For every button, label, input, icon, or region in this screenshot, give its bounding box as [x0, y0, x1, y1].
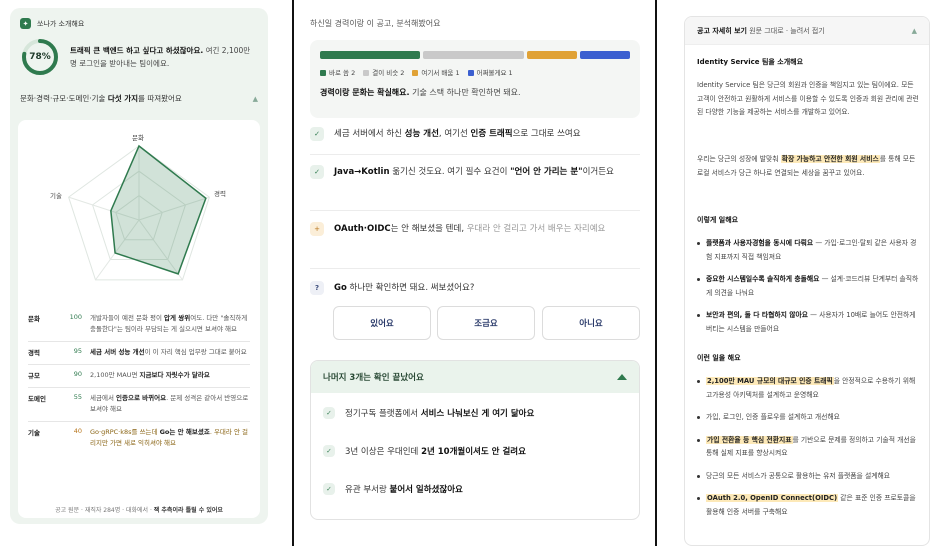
criteria-name: 문화 — [28, 315, 40, 323]
radar-chart — [68, 144, 210, 281]
criteria-row: 문화 100 개발자들이 예전 문화 평이 압게 쌍위여도. 다만 "솔직하게 … — [28, 308, 250, 342]
divider — [310, 210, 640, 211]
criteria-row: 기술 40 Go·gRPC·k8s를 쓰는데 Go는 안 해보셨죠. 우대라 안… — [28, 422, 250, 455]
radar-label-career: 경력 — [214, 190, 226, 198]
team-heading: Identity Service 팀을 소개해요 — [697, 58, 804, 66]
chevron-up-icon: ▲ — [252, 94, 258, 103]
confirmed-item: ✓ 3년 이상은 우대인데 2년 10개월이셔도 안 걸려요 — [323, 445, 526, 457]
skill-legend: 바로 씀 2 결이 비슷 2 여기서 배움 1 어쩌볼게요 1 — [320, 67, 513, 77]
fit-summary-panel: ✦ 쏘나가 소개해요 78% 트래픽 큰 백엔드 하고 싶다고 하셨잖아요. 여… — [10, 8, 268, 524]
criteria-row: 도메인 55 세금에서 인증으로 바뀌어요. 문제 성격은 같아서 반영으로 보… — [28, 388, 250, 422]
list-item: 2,100만 MAU 규모의 대규모 인증 트래픽을 안정적으로 수용하기 위해… — [697, 375, 919, 402]
intro-chip-label: 쏘나가 소개해요 — [37, 19, 85, 28]
criteria-title: 문화·경력·규모·도메인·기술 다섯 가지를 따져봤어요 — [20, 94, 182, 103]
legend-item: 여기서 배움 1 — [412, 67, 460, 77]
score-description: 트래픽 큰 백엔드 하고 싶다고 하셨잖아요. 여긴 2,100만 명 로그인을… — [70, 44, 258, 70]
analysis-item: ✓ Java→Kotlin 옮기신 것도요. 여기 필수 요건이 "언어 안 가… — [310, 164, 640, 181]
criteria-text: 2,100만 MAU면 지금보다 자릿수가 달라요 — [90, 371, 210, 379]
list-item: 가입, 로그인, 인증 플로우를 설계하고 개선해요 — [697, 411, 919, 425]
duties-heading: 이런 일을 해요 — [697, 354, 741, 362]
criteria-name: 기술 — [28, 429, 40, 437]
match-score-ring: 78% — [20, 37, 60, 77]
confirmed-items-toggle[interactable]: 나머지 3개는 확인 끝났어요 — [311, 361, 639, 393]
skill-breakdown-bar — [320, 51, 630, 59]
radar-label-tech: 기술 — [50, 192, 62, 200]
analysis-summary: 경력이랑 문화는 확실해요. 기술 스택 하나만 확인하면 돼요. — [320, 88, 521, 97]
plus-icon: + — [310, 222, 324, 236]
question-item: ? Go 하나만 확인하면 돼요. 써보셨어요? — [310, 280, 640, 297]
criteria-name: 경력 — [28, 349, 40, 357]
confirmed-items-card: 나머지 3개는 확인 끝났어요 ✓ 정기구독 플랫폼에서 서비스 나눠보신 게 … — [310, 360, 640, 520]
criteria-score: 40 — [73, 427, 82, 435]
legend-item: 결이 비슷 2 — [363, 67, 404, 77]
skill-breakdown-card: 바로 씀 2 결이 비슷 2 여기서 배움 1 어쩌볼게요 1 경력이랑 문화는… — [310, 40, 640, 118]
screen: ✦ 쏘나가 소개해요 78% 트래픽 큰 백엔드 하고 싶다고 하셨잖아요. 여… — [0, 0, 941, 546]
confirmed-items-title: 나머지 3개는 확인 끝났어요 — [323, 373, 424, 383]
check-icon: ✓ — [323, 483, 335, 495]
divider — [310, 268, 640, 269]
job-posting-panel: 공고 자세히 보기 원문 그대로 · 늘려서 접기 ▲ Identity Ser… — [684, 16, 930, 546]
list-item: OAuth 2.0, OpenID Connect(OIDC) 같은 표준 인증… — [697, 492, 919, 519]
breakdown-segment — [320, 51, 421, 59]
list-item: 중요한 시스템일수록 솔직하게 충돌해요 — 설계·코드리뷰 단계부터 솔직하게… — [697, 273, 919, 300]
match-score: 78% — [29, 52, 51, 62]
list-item: 당근의 모든 서비스가 공통으로 활용하는 유저 플랫폼을 설계해요 — [697, 470, 919, 484]
criteria-score: 55 — [73, 393, 82, 401]
legend-item: 바로 씀 2 — [320, 67, 355, 77]
team-description: Identity Service 팀은 당근의 회원과 인증을 책임지고 있는 … — [697, 81, 919, 116]
criteria-toggle[interactable]: 문화·경력·규모·도메인·기술 다섯 가지를 따져봤어요 ▲ — [20, 93, 258, 104]
check-icon: ✓ — [323, 407, 335, 419]
analysis-panel: 하신일 경력이랑 이 공고, 분석해봤어요 바로 씀 2 결이 비슷 2 여기서… — [296, 0, 656, 546]
list-item: 보안과 편의, 둘 다 타협하지 않아요 — 사용자가 10배로 늘어도 안전하… — [697, 309, 919, 336]
list-item: 가입 전환율 등 핵심 전환지표를 기반으로 문제를 정의하고 기술적 개선을 … — [697, 434, 919, 461]
criteria-text: Go·gRPC·k8s를 쓰는데 Go는 안 해보셨죠. 우대라 안 걸리지만 … — [90, 428, 248, 447]
criteria-row: 경력 95 세금 서버 성능 개선이 이 자리 핵심 업무랑 그대로 붙어요 — [28, 342, 250, 365]
criteria-text: 개발자들이 예전 문화 평이 압게 쌍위여도. 다만 "솔직하게 충돌한다"는 … — [90, 314, 248, 333]
team-vision: 우리는 당근의 성장에 발맞춰 확장 가능하고 안전한 회원 서비스를 통해 모… — [697, 155, 916, 177]
criteria-list: 문화 100 개발자들이 예전 문화 평이 압게 쌍위여도. 다만 "솔직하게 … — [28, 308, 250, 455]
work-style-heading: 이렇게 일해요 — [697, 216, 739, 224]
collapse-triangle-icon — [617, 374, 627, 380]
criteria-row: 규모 90 2,100만 MAU면 지금보다 자릿수가 달라요 — [28, 365, 250, 388]
divider — [310, 154, 640, 155]
answer-yes-button[interactable]: 있어요 — [333, 306, 431, 340]
intro-chip: ✦ 쏘나가 소개해요 — [20, 18, 258, 29]
analysis-title: 하신일 경력이랑 이 공고, 분석해봤어요 — [310, 19, 441, 28]
criteria-score: 90 — [73, 370, 82, 378]
analysis-item: ✓ 세금 서버에서 하신 성능 개선, 여기선 인증 트래픽으로 그대로 쓰여요 — [310, 126, 640, 143]
legend-item: 어쩌볼게요 1 — [467, 67, 513, 77]
panel-divider — [292, 0, 294, 546]
check-icon: ✓ — [323, 445, 335, 457]
check-icon: ✓ — [310, 165, 324, 179]
answer-no-button[interactable]: 아니요 — [542, 306, 640, 340]
chevron-up-icon: ▲ — [911, 26, 917, 35]
check-icon: ✓ — [310, 127, 324, 141]
criteria-text: 세금 서버 성능 개선이 이 자리 핵심 업무랑 그대로 붙어요 — [90, 348, 247, 356]
job-posting-toggle[interactable]: 공고 자세히 보기 원문 그대로 · 늘려서 접기 ▲ — [685, 17, 929, 45]
duties-list: 2,100만 MAU 규모의 대규모 인증 트래픽을 안정적으로 수용하기 위해… — [697, 375, 919, 519]
criteria-card: 문화 경력 기술 문화 100 개발자들이 예전 문화 평이 압게 쌍위여도. … — [18, 120, 260, 518]
answer-somewhat-button[interactable]: 조금요 — [437, 306, 535, 340]
criteria-text: 세금에서 인증으로 바뀌어요. 문제 성격은 같아서 반영으로 보셔야 해요 — [90, 394, 249, 413]
confirmed-item: ✓ 정기구독 플랫폼에서 서비스 나눠보신 게 여기 닮아요 — [323, 407, 534, 419]
criteria-name: 도메인 — [28, 395, 46, 403]
breakdown-segment — [579, 51, 630, 59]
radar-label-culture: 문화 — [132, 134, 144, 142]
job-posting-header: 공고 자세히 보기 원문 그대로 · 늘려서 접기 — [697, 26, 825, 35]
sparkle-icon: ✦ — [20, 18, 31, 29]
question-icon: ? — [310, 281, 324, 295]
source-footnote: 공고 원문 · 재직자 284명 · 대화에서 · 잭 추측이라 틀릴 수 있어… — [55, 507, 223, 514]
criteria-score: 100 — [69, 313, 82, 321]
confirmed-item: ✓ 유관 부서랑 붙어서 일하셨잖아요 — [323, 483, 463, 495]
list-item: 플랫폼과 사용자경험을 동시에 다뤄요 — 가입·로그인·탈퇴 같은 사용자 경… — [697, 237, 919, 264]
criteria-score: 95 — [73, 347, 82, 355]
criteria-name: 규모 — [28, 372, 40, 380]
radar-score-area — [110, 144, 207, 275]
breakdown-segment — [423, 51, 524, 59]
work-style-list: 플랫폼과 사용자경험을 동시에 다뤄요 — 가입·로그인·탈퇴 같은 사용자 경… — [697, 237, 919, 336]
score-headline: 트래픽 큰 백엔드 하고 싶다고 하셨잖아요. — [70, 46, 204, 55]
analysis-item: + OAuth·OIDC는 안 해보셨을 텐데, 우대라 안 걸리고 가서 배우… — [310, 221, 640, 238]
breakdown-segment — [526, 51, 577, 59]
